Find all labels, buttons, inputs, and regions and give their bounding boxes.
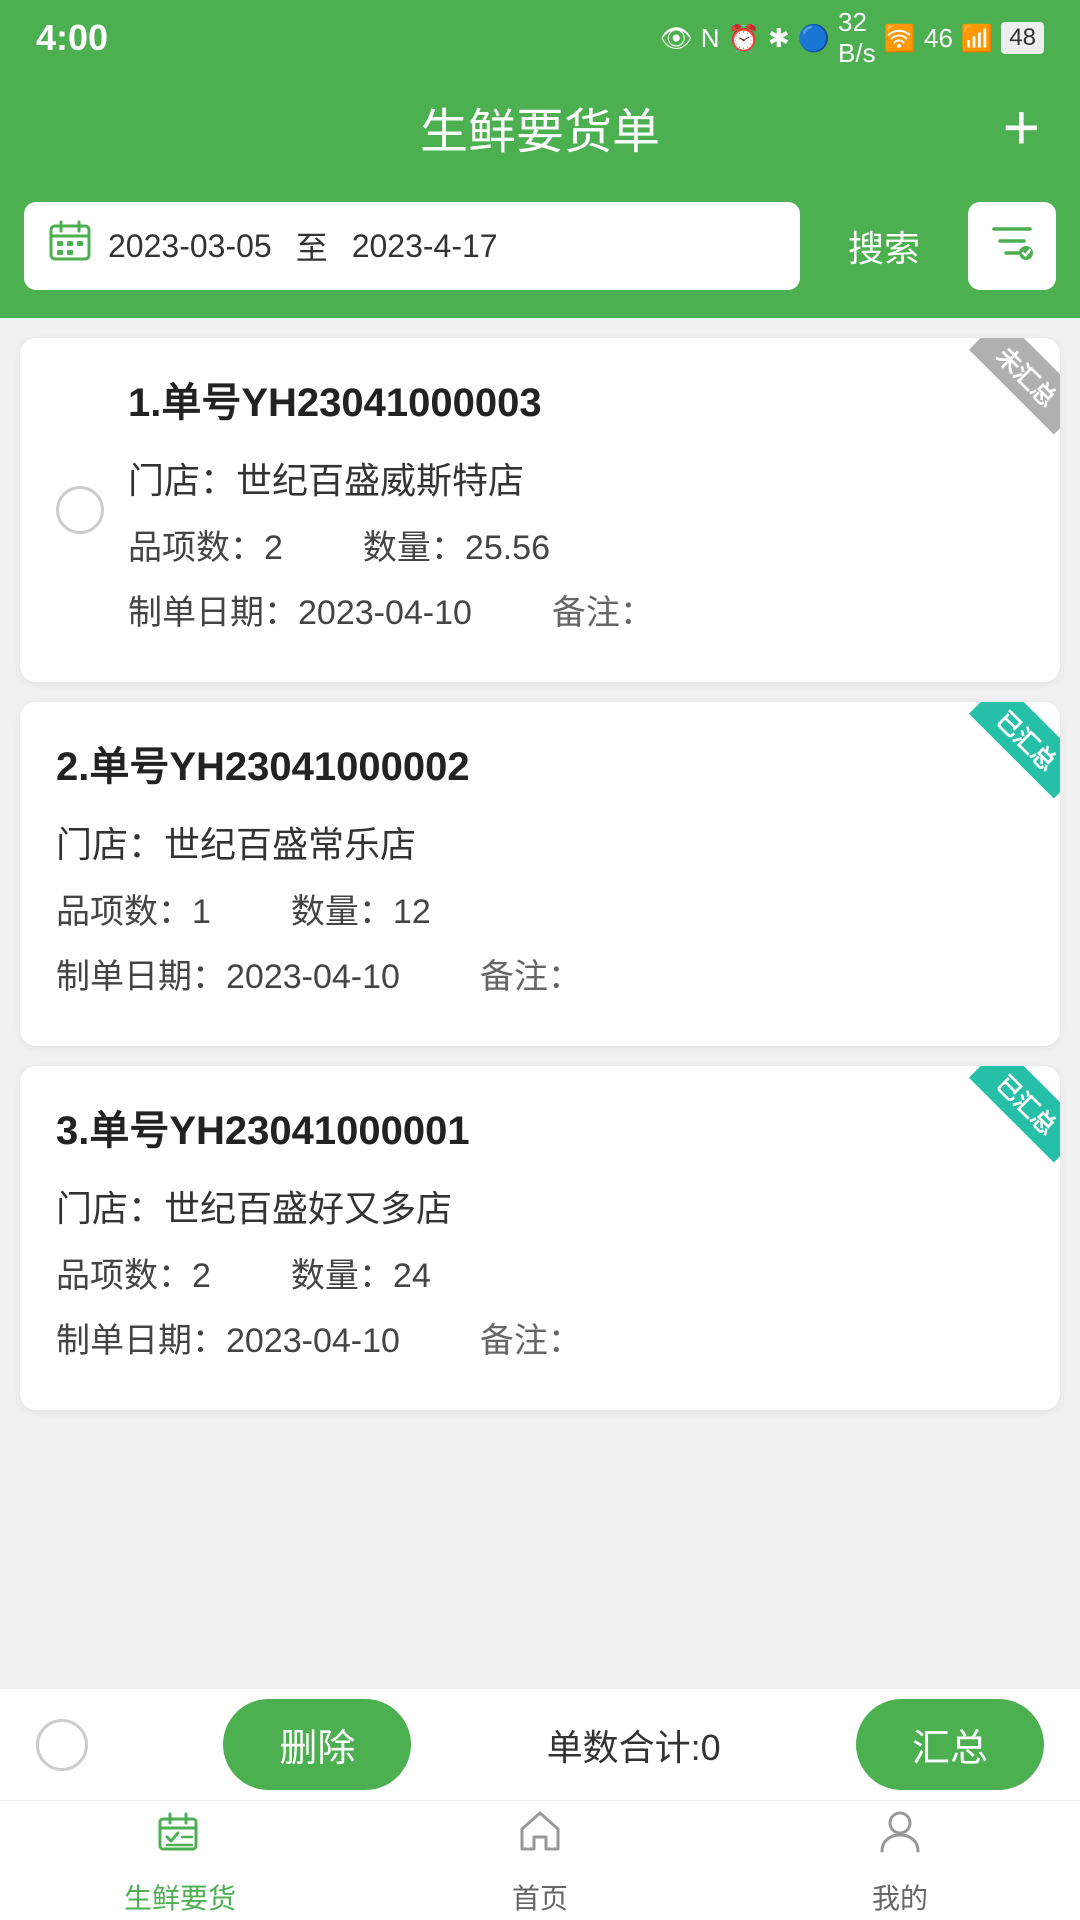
order-date-1: 制单日期：2023-04-10 [128,585,472,634]
tab-fresh-label: 生鲜要货 [124,1877,236,1917]
person-icon [874,1805,926,1869]
order-item-count-1: 品项数：2 [128,520,283,569]
order-details-2: 品项数：1 数量：12 [56,884,1024,933]
nfc-icon: N [701,23,720,54]
order-details-3: 品项数：2 数量：24 [56,1248,1024,1297]
order-note-2: 备注： [480,949,582,998]
tab-fresh[interactable]: 生鲜要货 [0,1801,360,1920]
order-meta-2: 制单日期：2023-04-10 备注： [56,949,1024,998]
badge-label-2: 已汇总 [969,702,1060,799]
search-button[interactable]: 搜索 [816,202,952,290]
total-count: 单数合计:0 [547,1719,721,1771]
badge-label-3: 已汇总 [969,1066,1060,1163]
alarm-icon: ⏰ [728,23,760,54]
order-store-2: 门店：世纪百盛常乐店 [56,816,1024,868]
eye-icon: 👁 [660,23,693,54]
order-item-count-2: 品项数：1 [56,884,211,933]
tab-mine-label: 我的 [872,1877,928,1917]
order-number-2: 2.单号YH23041000002 [56,734,1024,792]
bottom-action-bar: 删除 单数合计:0 汇总 [0,1688,1080,1800]
date-range-selector[interactable]: 2023-03-05 至 2023-4-17 [24,202,800,290]
tab-home-label: 首页 [512,1877,568,1917]
date-from[interactable]: 2023-03-05 [108,228,272,265]
battery-icon: 48 [1001,22,1044,54]
add-button[interactable]: + [1003,95,1040,159]
order-quantity-2: 数量：12 [291,884,431,933]
data-speed: 32B/s [838,7,876,69]
order-meta-1: 制单日期：2023-04-10 备注： [128,585,1024,634]
badge-2: 已汇总 [960,702,1060,802]
badge-3: 已汇总 [960,1066,1060,1166]
badge-label-1: 未汇总 [969,338,1060,435]
order-card-2[interactable]: 已汇总 2.单号YH23041000002 门店：世纪百盛常乐店 品项数：1 数… [20,702,1060,1046]
order-card-1[interactable]: 未汇总 1.单号YH23041000003 门店：世纪百盛威斯特店 品项数：2 … [20,338,1060,682]
page-title: 生鲜要货单 [420,92,660,162]
order-quantity-3: 数量：24 [291,1248,431,1297]
home-icon [514,1805,566,1869]
date-to[interactable]: 2023-4-17 [352,228,498,265]
badge-1: 未汇总 [960,338,1060,438]
calendar-icon [48,219,92,273]
status-bar: 4:00 👁 N ⏰ ✱ 🔵 32B/s 🛜 46 📶 48 [0,0,1080,72]
order-item-count-3: 品项数：2 [56,1248,211,1297]
bluetooth-icon: ✱ [768,23,790,54]
order-quantity-1: 数量：25.56 [363,520,550,569]
order-note-3: 备注： [480,1313,582,1362]
status-icons: 👁 N ⏰ ✱ 🔵 32B/s 🛜 46 📶 48 [660,7,1044,69]
order-number-1: 1.单号YH23041000003 [128,370,1024,428]
delete-button[interactable]: 删除 [223,1699,411,1790]
order-radio-1[interactable] [56,486,104,534]
order-details-1: 品项数：2 数量：25.56 [128,520,1024,569]
order-list: 未汇总 1.单号YH23041000003 门店：世纪百盛威斯特店 品项数：2 … [0,318,1080,1610]
fresh-icon [154,1805,206,1869]
order-date-2: 制单日期：2023-04-10 [56,949,400,998]
filter-bar: 2023-03-05 至 2023-4-17 搜索 [0,182,1080,318]
order-meta-3: 制单日期：2023-04-10 备注： [56,1313,1024,1362]
filter-button[interactable] [968,202,1056,290]
order-date-3: 制单日期：2023-04-10 [56,1313,400,1362]
summary-button[interactable]: 汇总 [856,1699,1044,1790]
tab-mine[interactable]: 我的 [720,1801,1080,1920]
select-all-checkbox[interactable] [36,1719,88,1771]
cell-bars: 📶 [961,23,993,54]
signal-icon: 🔵 [798,23,830,54]
date-separator: 至 [296,223,328,269]
order-note-1: 备注： [552,585,654,634]
filter-icon [988,217,1036,276]
app-header: 生鲜要货单 + [0,72,1080,182]
wifi-icon: 🛜 [884,23,916,54]
tab-home[interactable]: 首页 [360,1801,720,1920]
order-number-3: 3.单号YH23041000001 [56,1098,1024,1156]
order-card-3[interactable]: 已汇总 3.单号YH23041000001 门店：世纪百盛好又多店 品项数：2 … [20,1066,1060,1410]
order-store-3: 门店：世纪百盛好又多店 [56,1180,1024,1232]
order-store-1: 门店：世纪百盛威斯特店 [128,452,1024,504]
status-time: 4:00 [36,17,108,59]
tab-bar: 生鲜要货 首页 我的 [0,1800,1080,1920]
network-type: 46 [924,23,953,54]
